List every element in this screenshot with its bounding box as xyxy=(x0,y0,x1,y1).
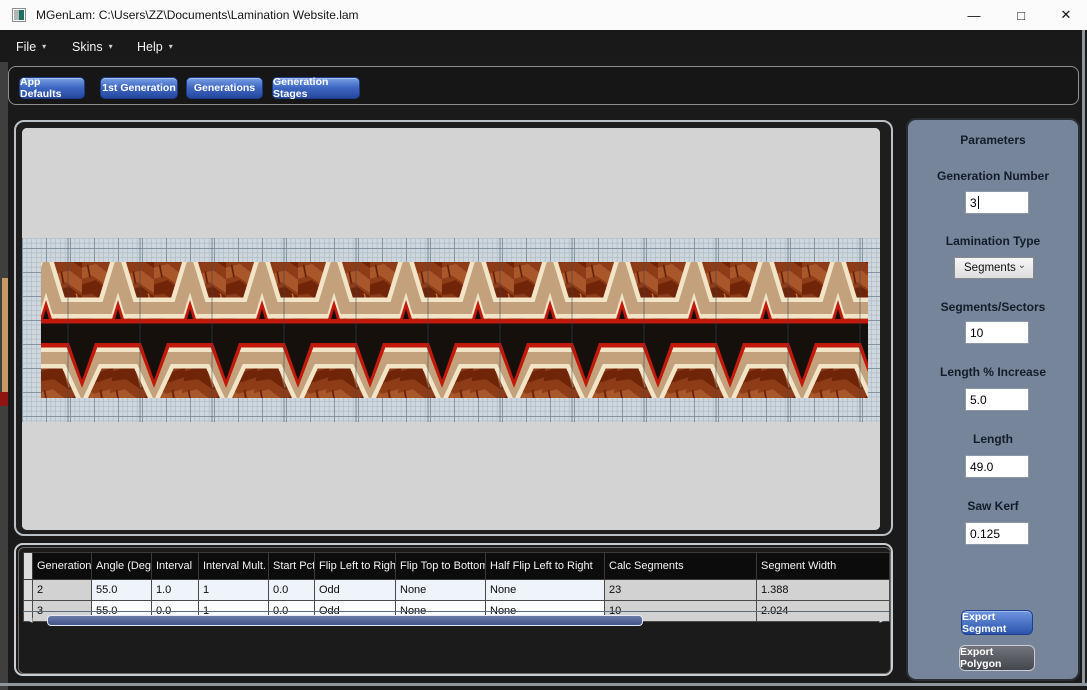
generation-number-label: Generation Number xyxy=(908,169,1078,183)
close-button[interactable]: ✕ xyxy=(1049,0,1083,30)
generation-stages-button[interactable]: Generation Stages xyxy=(272,77,360,99)
segments-sectors-value: 10 xyxy=(970,326,983,340)
app-window: MGenLam: C:\Users\ZZ\Documents\Laminatio… xyxy=(0,0,1087,690)
export-polygon-button[interactable]: Export Polygon xyxy=(959,645,1035,671)
generations-button[interactable]: Generations xyxy=(186,77,263,99)
col-header-segment-width[interactable]: Segment Width xyxy=(757,553,890,580)
generations-table-panel: Generation Angle (Deg) Interval Interval… xyxy=(14,543,893,676)
length-input[interactable]: 49.0 xyxy=(965,455,1029,478)
menubar: File ▾ Skins ▾ Help ▾ xyxy=(0,30,1087,62)
menu-help-label: Help xyxy=(137,40,163,54)
col-header-generation[interactable]: Generation xyxy=(33,553,92,580)
window-title: MGenLam: C:\Users\ZZ\Documents\Laminatio… xyxy=(36,8,359,22)
export-segment-button[interactable]: Export Segment xyxy=(961,610,1033,635)
chevron-down-icon: ▾ xyxy=(109,43,113,51)
length-label: Length xyxy=(908,432,1078,446)
table-header-row: Generation Angle (Deg) Interval Interval… xyxy=(24,553,890,580)
saw-kerf-label: Saw Kerf xyxy=(908,499,1078,513)
toolbar: App Defaults 1st Generation Generations … xyxy=(8,66,1079,105)
menu-file[interactable]: File ▾ xyxy=(16,37,46,57)
horizontal-scrollbar[interactable]: ◂ ▸ xyxy=(23,611,889,630)
lamination-preview-panel xyxy=(14,120,893,536)
segments-sectors-label: Segments/Sectors xyxy=(908,300,1078,314)
lamination-preview-image xyxy=(22,128,880,530)
col-header-interval-mult[interactable]: Interval Mult. xyxy=(199,553,269,580)
scroll-left-icon[interactable]: ◂ xyxy=(25,615,35,627)
lamination-type-select[interactable]: Segments ⌄ xyxy=(954,257,1034,279)
cell-calc-segments[interactable]: 23 xyxy=(605,580,757,601)
length-pct-increase-value: 5.0 xyxy=(970,393,987,407)
app-defaults-button[interactable]: App Defaults xyxy=(19,77,85,99)
length-pct-increase-label: Length % Increase xyxy=(908,365,1078,379)
length-value: 49.0 xyxy=(970,460,993,474)
col-header-start-pct[interactable]: Start Pct xyxy=(269,553,315,580)
cell-flip-lr[interactable]: Odd xyxy=(315,580,396,601)
text-cursor xyxy=(978,196,979,209)
chevron-down-icon: ▾ xyxy=(42,43,46,51)
app-icon xyxy=(12,8,26,22)
titlebar: MGenLam: C:\Users\ZZ\Documents\Laminatio… xyxy=(0,0,1087,31)
menu-skins-label: Skins xyxy=(72,40,103,54)
menu-skins[interactable]: Skins ▾ xyxy=(72,37,113,57)
background-red-strip xyxy=(0,392,8,406)
table-row: 2 55.0 1.0 1 0.0 Odd None None 23 1.388 xyxy=(24,580,890,601)
col-header-flip-tb[interactable]: Flip Top to Bottom xyxy=(396,553,486,580)
lamination-preview-canvas xyxy=(22,128,880,530)
parameters-title: Parameters xyxy=(908,133,1078,147)
chevron-down-icon: ▾ xyxy=(169,43,173,51)
length-pct-increase-input[interactable]: 5.0 xyxy=(965,388,1029,411)
generation-number-input[interactable]: 3 xyxy=(965,191,1029,214)
cell-start-pct[interactable]: 0.0 xyxy=(269,580,315,601)
col-header-half-flip-lr[interactable]: Half Flip Left to Right xyxy=(486,553,605,580)
cell-interval-mult[interactable]: 1 xyxy=(199,580,269,601)
scrollbar-thumb[interactable] xyxy=(47,615,643,626)
window-border-right xyxy=(1082,30,1085,683)
scroll-right-icon[interactable]: ▸ xyxy=(877,615,887,627)
window-border-bottom xyxy=(0,683,1087,686)
background-window-sliver xyxy=(0,10,8,690)
background-wood-strip xyxy=(2,278,8,392)
generation-number-value: 3 xyxy=(970,196,977,210)
minimize-button[interactable]: — xyxy=(957,0,991,30)
first-generation-button[interactable]: 1st Generation xyxy=(100,77,178,99)
parameters-panel: Parameters Generation Number 3 Laminatio… xyxy=(906,118,1080,681)
row-gutter-header xyxy=(24,553,33,580)
chevron-down-icon: ⌄ xyxy=(1018,260,1026,271)
cell-half-flip-lr[interactable]: None xyxy=(486,580,605,601)
col-header-flip-lr[interactable]: Flip Left to Right xyxy=(315,553,396,580)
col-header-calc-segments[interactable]: Calc Segments xyxy=(605,553,757,580)
cell-interval[interactable]: 1.0 xyxy=(152,580,199,601)
saw-kerf-input[interactable]: 0.125 xyxy=(965,522,1029,545)
row-selector[interactable] xyxy=(24,580,33,601)
menu-help[interactable]: Help ▾ xyxy=(137,37,173,57)
cell-angle[interactable]: 55.0 xyxy=(92,580,152,601)
cell-flip-tb[interactable]: None xyxy=(396,580,486,601)
col-header-angle[interactable]: Angle (Deg) xyxy=(92,553,152,580)
lamination-type-value: Segments xyxy=(964,262,1016,274)
cell-segment-width[interactable]: 1.388 xyxy=(757,580,890,601)
col-header-interval[interactable]: Interval xyxy=(152,553,199,580)
segments-sectors-input[interactable]: 10 xyxy=(965,321,1029,344)
lamination-type-label: Lamination Type xyxy=(908,234,1078,248)
menu-file-label: File xyxy=(16,40,36,54)
app-icon-right xyxy=(19,10,24,20)
maximize-button[interactable]: □ xyxy=(1004,0,1038,30)
saw-kerf-value: 0.125 xyxy=(970,527,1000,541)
cell-generation[interactable]: 2 xyxy=(33,580,92,601)
